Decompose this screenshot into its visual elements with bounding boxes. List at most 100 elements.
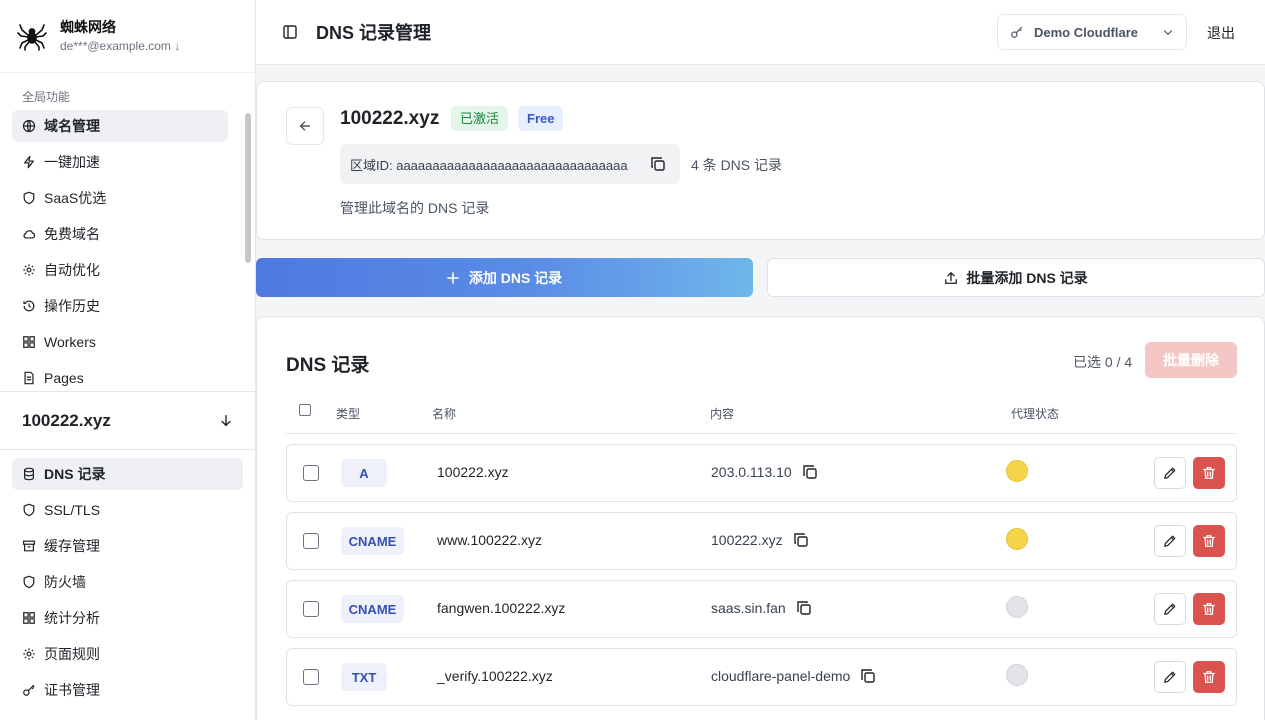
key-icon bbox=[23, 684, 35, 696]
dns-records-card: DNS 记录 已选 0 / 4 批量删除 类型 名称 内容 代理状态 A 100… bbox=[256, 316, 1265, 720]
sidebar-scrollbar[interactable] bbox=[245, 113, 251, 263]
sidebar-item-workers[interactable]: Workers bbox=[12, 326, 228, 358]
arrow-left-icon bbox=[299, 121, 311, 131]
sidebar-toggle-icon[interactable] bbox=[282, 24, 298, 40]
table-row: TXT _verify.100222.xyz cloudflare-panel-… bbox=[286, 648, 1237, 706]
file-icon bbox=[24, 371, 34, 385]
row-checkbox[interactable] bbox=[303, 669, 319, 685]
proxy-status-indicator[interactable] bbox=[1006, 460, 1028, 482]
account-select[interactable]: Demo Cloudflare bbox=[997, 14, 1187, 50]
copy-icon[interactable] bbox=[802, 464, 818, 480]
record-name: fangwen.100222.xyz bbox=[437, 600, 566, 616]
proxy-status-indicator[interactable] bbox=[1006, 664, 1028, 686]
batch-delete-button[interactable]: 批量删除 bbox=[1145, 342, 1237, 378]
select-all-checkbox[interactable] bbox=[299, 404, 311, 416]
selected-count: 已选 0 / 4 bbox=[1073, 354, 1133, 370]
edit-button[interactable] bbox=[1154, 525, 1186, 557]
trash-icon bbox=[1203, 603, 1215, 615]
record-name: 100222.xyz bbox=[437, 464, 509, 480]
upload-icon bbox=[945, 271, 958, 284]
edit-button[interactable] bbox=[1154, 593, 1186, 625]
record-content: 203.0.113.10 bbox=[711, 464, 818, 480]
proxy-status-indicator[interactable] bbox=[1006, 596, 1028, 618]
pencil-icon bbox=[1164, 603, 1176, 615]
row-checkbox[interactable] bbox=[303, 601, 319, 617]
database-icon bbox=[24, 467, 34, 481]
sidebar-item-dns[interactable]: DNS 记录 bbox=[12, 458, 243, 490]
column-name: 名称 bbox=[432, 407, 457, 421]
column-type: 类型 bbox=[336, 407, 361, 421]
record-count: 4 条 DNS 记录 bbox=[691, 157, 783, 173]
copy-icon[interactable] bbox=[796, 600, 812, 616]
zone-description: 管理此域名的 DNS 记录 bbox=[340, 200, 490, 216]
table-header: 类型 名称 内容 代理状态 bbox=[286, 397, 1237, 434]
edit-button[interactable] bbox=[1154, 457, 1186, 489]
page-title: DNS 记录管理 bbox=[316, 23, 432, 43]
record-content: 100222.xyz bbox=[711, 532, 809, 548]
record-type-badge: CNAME bbox=[341, 595, 404, 623]
delete-button[interactable] bbox=[1193, 457, 1225, 489]
record-name: _verify.100222.xyz bbox=[437, 668, 553, 684]
logout-button[interactable]: 退出 bbox=[1207, 23, 1235, 43]
sidebar-item-auto-optimize[interactable]: 自动优化 bbox=[12, 254, 228, 286]
bulk-add-dns-button[interactable]: 批量添加 DNS 记录 bbox=[767, 258, 1265, 297]
pencil-icon bbox=[1164, 467, 1176, 479]
top-header: DNS 记录管理 Demo Cloudflare 退出 bbox=[256, 0, 1265, 65]
delete-button[interactable] bbox=[1193, 593, 1225, 625]
shield-icon bbox=[23, 503, 35, 517]
sidebar-item-free-domain[interactable]: 免费域名 bbox=[12, 218, 228, 250]
section-label-global: 全局功能 bbox=[22, 90, 71, 104]
record-name: www.100222.xyz bbox=[437, 532, 543, 548]
zone-name: 100222.xyz bbox=[340, 108, 440, 129]
global-nav: 全局功能 域名管理 一键加速 SaaS优选 免费域名 自动优化 操作历史 Wor… bbox=[0, 73, 255, 391]
sidebar-item-analytics[interactable]: 统计分析 bbox=[12, 602, 243, 634]
brand-name: 蜘蛛网络 bbox=[60, 19, 116, 35]
user-email[interactable]: de***@example.com ↓ bbox=[60, 38, 180, 54]
sidebar: 蜘蛛网络 de***@example.com ↓ 全局功能 域名管理 一键加速 … bbox=[0, 0, 256, 720]
domain-switcher[interactable]: 100222.xyz bbox=[0, 391, 255, 450]
sidebar-item-page-rules[interactable]: 页面规则 bbox=[12, 638, 243, 670]
zone-id-box: 区域ID: aaaaaaaaaaaaaaaaaaaaaaaaaaaaaaaa bbox=[340, 144, 680, 184]
pencil-icon bbox=[1164, 535, 1176, 547]
table-row: CNAME fangwen.100222.xyz saas.sin.fan bbox=[286, 580, 1237, 638]
sidebar-item-pages[interactable]: Pages bbox=[12, 362, 228, 391]
column-content: 内容 bbox=[710, 407, 735, 421]
grid-icon bbox=[23, 612, 35, 624]
edit-button[interactable] bbox=[1154, 661, 1186, 693]
plus-icon bbox=[447, 271, 459, 284]
record-type-badge: A bbox=[341, 459, 387, 487]
sidebar-item-cache[interactable]: 缓存管理 bbox=[12, 530, 243, 562]
back-button[interactable] bbox=[286, 107, 324, 145]
row-checkbox[interactable] bbox=[303, 465, 319, 481]
column-proxy: 代理状态 bbox=[1011, 407, 1060, 421]
trash-icon bbox=[1203, 535, 1215, 547]
arrow-down-icon: ↓ bbox=[174, 39, 181, 53]
proxy-status-indicator[interactable] bbox=[1006, 528, 1028, 550]
sidebar-item-domains[interactable]: 域名管理 bbox=[12, 110, 228, 142]
add-dns-record-button[interactable]: 添加 DNS 记录 bbox=[256, 258, 753, 297]
sidebar-item-speedup[interactable]: 一键加速 bbox=[12, 146, 228, 178]
sidebar-item-certificates[interactable]: 证书管理 bbox=[12, 674, 243, 706]
table-row: CNAME www.100222.xyz 100222.xyz bbox=[286, 512, 1237, 570]
delete-button[interactable] bbox=[1193, 661, 1225, 693]
zone-card: 100222.xyz 已激活 Free 区域ID: aaaaaaaaaaaaaa… bbox=[256, 81, 1265, 240]
zone-id: 区域ID: aaaaaaaaaaaaaaaaaaaaaaaaaaaaaaaa bbox=[350, 157, 628, 173]
sidebar-item-firewall[interactable]: 防火墙 bbox=[12, 566, 243, 598]
copy-icon[interactable] bbox=[793, 532, 809, 548]
record-content: cloudflare-panel-demo bbox=[711, 668, 876, 684]
records-title: DNS 记录 bbox=[286, 355, 370, 376]
key-icon bbox=[1011, 26, 1023, 38]
copy-icon[interactable] bbox=[860, 668, 876, 684]
sidebar-item-ssl[interactable]: SSL/TLS bbox=[12, 494, 243, 526]
brand: 蜘蛛网络 de***@example.com ↓ bbox=[0, 0, 255, 73]
row-checkbox[interactable] bbox=[303, 533, 319, 549]
sidebar-item-history[interactable]: 操作历史 bbox=[12, 290, 228, 322]
cloud-icon bbox=[23, 230, 36, 239]
shield-icon bbox=[23, 191, 35, 205]
delete-button[interactable] bbox=[1193, 525, 1225, 557]
archive-icon bbox=[22, 540, 36, 552]
copy-icon[interactable] bbox=[650, 156, 666, 172]
record-type-badge: CNAME bbox=[341, 527, 404, 555]
sidebar-item-saas[interactable]: SaaS优选 bbox=[12, 182, 228, 214]
plan-badge: Free bbox=[518, 106, 564, 131]
